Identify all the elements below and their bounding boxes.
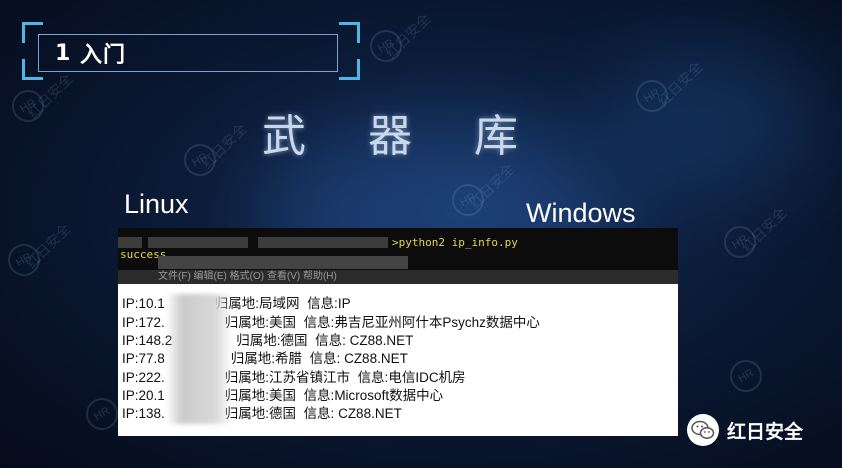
wechat-icon bbox=[687, 414, 719, 446]
redacted-banner bbox=[158, 256, 408, 269]
result-info: 信息: CZ88.NET bbox=[309, 351, 408, 366]
ip-result-list: IP:10.1 归属地:局域网 信息:IP IP:172. 归属地:美国 信息:弗吉… bbox=[118, 284, 678, 436]
result-ip: IP:138. bbox=[122, 406, 165, 421]
result-info: 信息:IP bbox=[307, 296, 351, 311]
brand-name: 红日安全 bbox=[727, 420, 804, 443]
redacted-path bbox=[258, 237, 388, 248]
result-location: 归属地:德国 bbox=[236, 333, 308, 348]
result-ip: IP:10.1 bbox=[122, 296, 165, 311]
result-info: 信息:弗吉尼亚州阿什本Psychz数据中心 bbox=[303, 315, 540, 330]
result-row: IP:10.1 归属地:局域网 信息:IP bbox=[122, 292, 351, 311]
redacted-path bbox=[148, 237, 248, 248]
result-location: 归属地:美国 bbox=[224, 388, 297, 403]
section-title: 入门 bbox=[79, 43, 126, 68]
result-info: 信息: CZ88.NET bbox=[303, 406, 402, 421]
result-location: 归属地:德国 bbox=[224, 406, 297, 421]
redacted-path bbox=[118, 237, 142, 248]
linux-label: Linux bbox=[124, 189, 189, 219]
result-ip: IP:222. bbox=[122, 370, 165, 385]
redaction-blur bbox=[166, 294, 232, 424]
result-ip: IP:172. bbox=[122, 315, 165, 330]
terminal-command: >python2 ip_info.py bbox=[392, 236, 518, 249]
frame-corner bbox=[339, 22, 360, 43]
section-number: 1 bbox=[55, 40, 72, 66]
result-ip: IP:77.8 bbox=[122, 351, 165, 366]
brand-logo: 红日安全 bbox=[687, 414, 803, 446]
result-location: 归属地:江苏省镇江市 bbox=[224, 370, 351, 385]
terminal-window: >python2 ip_info.py success 文件(F) 编辑(E) … bbox=[118, 228, 678, 284]
result-ip: IP:20.1 bbox=[122, 388, 165, 403]
result-ip: IP:148.2 bbox=[122, 333, 173, 348]
watermark-logo: HR bbox=[724, 354, 768, 398]
result-location: 归属地:希腊 bbox=[230, 351, 303, 366]
page-title: 武器库 bbox=[262, 111, 580, 162]
section-title-box: 1 入门 bbox=[38, 34, 338, 72]
result-row: IP:138. 归属地:德国 信息: CZ88.NET bbox=[122, 402, 402, 421]
notepad-menu-bar: 文件(F) 编辑(E) 格式(O) 查看(V) 帮助(H) bbox=[118, 270, 678, 284]
result-info: 信息: CZ88.NET bbox=[315, 333, 414, 348]
section-title-sep bbox=[71, 41, 80, 66]
result-row: IP:77.8 归属地:希腊 信息: CZ88.NET bbox=[122, 347, 408, 366]
result-info: 信息:电信IDC机房 bbox=[357, 370, 466, 385]
frame-corner bbox=[339, 59, 360, 80]
terminal-command-text: python2 ip_info.py bbox=[398, 236, 518, 249]
result-location: 归属地:美国 bbox=[224, 315, 297, 330]
section-header: 1 入门 bbox=[22, 22, 360, 80]
windows-label: Windows bbox=[526, 198, 636, 228]
result-info: 信息:Microsoft数据中心 bbox=[303, 388, 444, 403]
